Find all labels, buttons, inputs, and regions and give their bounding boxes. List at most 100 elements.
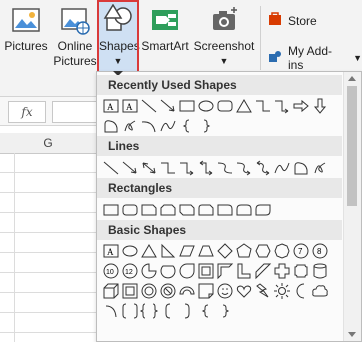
freeform-shape[interactable]: [101, 116, 121, 136]
insert-function-button[interactable]: fx: [8, 101, 46, 123]
svg-text:A: A: [107, 102, 114, 112]
line-shape[interactable]: [101, 158, 121, 178]
my-addins-button[interactable]: My Add-ins ▼: [268, 44, 362, 72]
arrow-shape[interactable]: [158, 96, 178, 116]
curved-double-arrow-shape[interactable]: [253, 158, 273, 178]
l-shape[interactable]: [234, 261, 254, 281]
round-same-side-corner-rectangle-shape[interactable]: [234, 200, 254, 220]
curve-shape[interactable]: [158, 116, 178, 136]
triangle-shape[interactable]: [139, 241, 159, 261]
hexagon-shape[interactable]: [253, 241, 273, 261]
elbow-connector-shape[interactable]: [253, 96, 273, 116]
rectangle-shape[interactable]: [101, 200, 121, 220]
scribble-shape[interactable]: [120, 116, 140, 136]
diagonal-stripe-shape[interactable]: [253, 261, 273, 281]
left-brace-shape[interactable]: [177, 116, 197, 136]
online-pictures-button[interactable]: Online Pictures: [52, 4, 98, 69]
cross-shape[interactable]: [272, 261, 292, 281]
snip-same-side-corner-rectangle-shape[interactable]: [158, 200, 178, 220]
snip-single-corner-rectangle-shape[interactable]: [139, 200, 159, 220]
smartart-button[interactable]: SmartArt: [140, 4, 190, 54]
left-bracket-shape[interactable]: [158, 301, 178, 321]
heart-shape[interactable]: [234, 281, 254, 301]
arc-shape[interactable]: [139, 116, 159, 136]
double-brace-shape[interactable]: [139, 301, 159, 321]
shapes-icon: [102, 4, 134, 36]
double-arrow-shape[interactable]: [139, 158, 159, 178]
pictures-button[interactable]: Pictures: [2, 4, 50, 54]
pentagon-shape[interactable]: [234, 241, 254, 261]
snip-diagonal-corner-rectangle-shape[interactable]: [177, 200, 197, 220]
formula-input[interactable]: [52, 101, 97, 123]
half-frame-shape[interactable]: [215, 261, 235, 281]
decagon-shape[interactable]: 8: [310, 241, 330, 261]
trapezoid-shape[interactable]: [196, 241, 216, 261]
column-header-g[interactable]: G: [0, 133, 96, 154]
cloud-shape[interactable]: [310, 281, 330, 301]
elbow-connector-shape[interactable]: [158, 158, 178, 178]
lightning-bolt-shape[interactable]: [253, 281, 273, 301]
scroll-up-icon[interactable]: [348, 76, 356, 81]
elbow-double-arrow-shape[interactable]: [196, 158, 216, 178]
octagon-shape[interactable]: 7: [291, 241, 311, 261]
no-symbol-shape[interactable]: [158, 281, 178, 301]
donut-shape[interactable]: [139, 281, 159, 301]
snip-and-round-corner-rectangle-shape[interactable]: [196, 200, 216, 220]
scroll-down-icon[interactable]: [348, 332, 356, 337]
curve-shape[interactable]: [272, 158, 292, 178]
oval-shape[interactable]: [120, 241, 140, 261]
block-arc-shape[interactable]: [177, 281, 197, 301]
rounded-rectangle-shape[interactable]: [215, 96, 235, 116]
scribble-shape[interactable]: [310, 158, 330, 178]
curved-connector-shape[interactable]: [215, 158, 235, 178]
elbow-arrow-shape[interactable]: [272, 96, 292, 116]
text-box-shape[interactable]: A: [101, 96, 121, 116]
arc-shape[interactable]: [101, 301, 121, 321]
decagon-shape[interactable]: 10: [101, 261, 121, 281]
round-single-corner-rectangle-shape[interactable]: [215, 200, 235, 220]
text-box-shape[interactable]: A: [101, 241, 121, 261]
screenshot-button[interactable]: Screenshot ▼: [192, 4, 256, 69]
rectangle-shape[interactable]: [177, 96, 197, 116]
cube-shape[interactable]: [101, 281, 121, 301]
gridline: [0, 312, 96, 313]
diamond-shape[interactable]: [215, 241, 235, 261]
parallelogram-shape[interactable]: [177, 241, 197, 261]
scrollbar-thumb[interactable]: [347, 86, 357, 206]
pie-shape[interactable]: [139, 261, 159, 281]
curved-arrow-shape[interactable]: [234, 158, 254, 178]
triangle-shape[interactable]: [234, 96, 254, 116]
round-diagonal-corner-rectangle-shape[interactable]: [253, 200, 273, 220]
can-shape[interactable]: [310, 261, 330, 281]
store-button[interactable]: Store: [268, 12, 317, 29]
oval-shape[interactable]: [196, 96, 216, 116]
double-bracket-shape[interactable]: [120, 301, 140, 321]
right-brace-shape[interactable]: [196, 116, 216, 136]
section-recently-used: Recently Used Shapes: [97, 75, 342, 95]
arrow-shape[interactable]: [120, 158, 140, 178]
right-arrow-shape[interactable]: [291, 96, 311, 116]
freeform-shape[interactable]: [291, 158, 311, 178]
teardrop-shape[interactable]: [177, 261, 197, 281]
chord-shape[interactable]: [158, 261, 178, 281]
right-triangle-shape[interactable]: [158, 241, 178, 261]
frame-shape[interactable]: [196, 261, 216, 281]
folded-corner-shape[interactable]: [196, 281, 216, 301]
right-brace-shape[interactable]: [215, 301, 235, 321]
smiley-face-shape[interactable]: [215, 281, 235, 301]
down-arrow-shape[interactable]: [310, 96, 330, 116]
rounded-rectangle-shape[interactable]: [120, 200, 140, 220]
gridline: [0, 192, 96, 193]
dodecagon-shape[interactable]: 12: [120, 261, 140, 281]
bevel-shape[interactable]: [120, 281, 140, 301]
dropdown-scrollbar[interactable]: [343, 72, 361, 341]
sun-shape[interactable]: [272, 281, 292, 301]
right-bracket-shape[interactable]: [177, 301, 197, 321]
moon-shape[interactable]: [291, 281, 311, 301]
left-brace-shape[interactable]: [196, 301, 216, 321]
heptagon-shape[interactable]: [272, 241, 292, 261]
plaque-shape[interactable]: [291, 261, 311, 281]
line-shape[interactable]: [139, 96, 159, 116]
elbow-arrow-shape[interactable]: [177, 158, 197, 178]
vertical-text-box-shape[interactable]: A: [120, 96, 140, 116]
